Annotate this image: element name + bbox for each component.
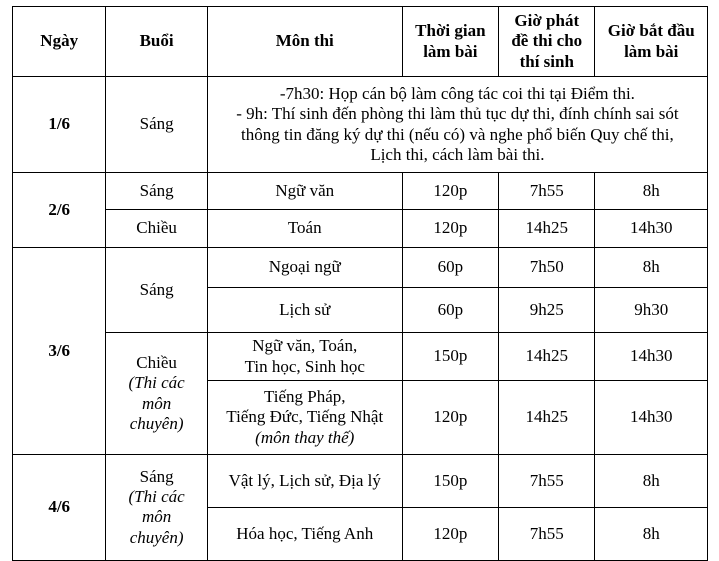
duration-cell-3-6-morning-1: 60p [401,247,500,289]
session-note-4-6-line2: môn [141,507,172,527]
note-line-3: thông tin đăng ký dự thi (nếu có) và ngh… [241,124,674,144]
note-line-4: Lịch thi, cách làm bài thi. [370,145,545,165]
document-page: Ngày Buổi Môn thi Thời gian làm bài Giờ … [0,0,719,561]
start-time-cell-3-6-morning-1: 8h [594,247,708,289]
subject-cell-3-6-afternoon-2: Tiếng Pháp, Tiếng Đức, Tiếng Nhật (môn t… [206,379,403,455]
subject-cell-4-6-morning-1: Vật lý, Lịch sử, Địa lý [206,453,403,508]
note-line-1: -7h30: Họp cán bộ làm công tác coi thi t… [279,83,635,103]
date-cell-1-6: 1/6 [11,76,107,174]
paper-handout-cell-3-6-afternoon-1: 14h25 [498,332,596,381]
column-header-start-time: Giờ bắt đầu làm bài [594,5,708,78]
duration-cell-3-6-afternoon-2: 120p [401,379,500,455]
table-row: 2/6 Sáng Ngữ văn 120p 7h55 8h [11,172,708,249]
table-header-row: Ngày Buổi Môn thi Thời gian làm bài Giờ … [11,5,708,78]
session-note-4-6-line1: (Thi các [128,487,185,507]
table-row: 3/6 Sáng Ngoại ngữ 60p 7h50 8h [11,247,708,455]
exam-schedule-table: Ngày Buổi Môn thi Thời gian làm bài Giờ … [11,5,709,561]
subject-cell-3-6-morning-2: Lịch sử [206,287,403,334]
session-cell-3-6-morning: Sáng [105,247,208,334]
start-time-cell-3-6-afternoon-1: 14h30 [594,332,708,381]
column-header-paper-handout-line3: thí sinh [519,51,574,71]
session-label-4-6-morning: Sáng [139,466,174,486]
duration-cell-4-6-morning-1: 150p [401,453,500,508]
table-row: Chiều Toán 120p 14h25 14h30 [13,209,708,249]
start-time-cell-4-6-morning-2: 8h [594,506,708,561]
subject-3-6-afternoon-1-line2: Tin học, Sinh học [244,356,365,376]
duration-cell-2-6-morning: 120p [401,172,500,211]
table-row: 1/6 Sáng -7h30: Họp cán bộ làm công tác … [11,76,709,174]
table-row: 4/6 Sáng (Thi các môn chuyên) Vật lý, Lị… [11,453,708,561]
subject-cell-3-6-afternoon-1: Ngữ văn, Toán, Tin học, Sinh học [206,332,403,381]
session-cell-4-6-morning: Sáng (Thi các môn chuyên) [105,453,208,561]
column-header-paper-handout-line1: Giờ phát [514,11,580,30]
column-header-date: Ngày [11,5,107,78]
column-header-duration: Thời gian làm bài [401,5,500,78]
session-note-3-6-line2: môn [141,393,172,413]
paper-handout-cell-3-6-morning-1: 7h50 [498,247,596,289]
date-cell-4-6: 4/6 [11,453,107,561]
paper-handout-cell-3-6-afternoon-2: 14h25 [498,379,596,455]
duration-cell-3-6-afternoon-1: 150p [401,332,500,381]
subject-3-6-afternoon-2-line1: Tiếng Pháp, [263,386,346,406]
duration-cell-4-6-morning-2: 120p [401,506,500,561]
subject-cell-4-6-morning-2: Hóa học, Tiếng Anh [206,506,403,561]
paper-handout-cell-4-6-morning-1: 7h55 [498,453,596,508]
column-header-start-line2: làm bài [624,41,679,61]
paper-handout-cell-3-6-morning-2: 9h25 [498,287,596,334]
date-cell-2-6: 2/6 [11,172,107,249]
session-note-3-6-line1: (Thi các [128,373,185,393]
column-header-paper-handout-time: Giờ phát đề thi cho thí sinh [498,5,596,78]
session-note-3-6-line3: chuyên) [129,413,184,433]
column-header-start-line1: Giờ bắt đầu [607,21,695,41]
column-header-session: Buổi [105,5,208,78]
subject-3-6-afternoon-2-alt: (môn thay thế) [255,427,355,447]
session-cell-2-6-morning: Sáng [105,172,208,211]
column-header-subject: Môn thi [206,5,403,78]
session-cell-1-6-morning: Sáng [105,76,208,174]
start-time-cell-3-6-afternoon-2: 14h30 [594,379,708,455]
duration-cell-3-6-morning-2: 60p [401,287,500,334]
note-line-2: - 9h: Thí sinh đến phòng thi làm thủ tục… [236,104,679,124]
subject-cell-2-6-morning: Ngữ văn [206,172,403,211]
subject-3-6-afternoon-2-line2: Tiếng Đức, Tiếng Nhật [226,407,384,427]
duration-cell-2-6-afternoon: 120p [401,209,500,249]
paper-handout-cell-2-6-morning: 7h55 [498,172,596,211]
date-cell-3-6: 3/6 [11,247,107,455]
start-time-cell-3-6-morning-2: 9h30 [594,287,708,334]
session-note-4-6-line3: chuyên) [129,527,184,547]
start-time-cell-4-6-morning-1: 8h [594,453,708,508]
session-cell-3-6-afternoon: Chiều (Thi các môn chuyên) [105,332,208,455]
start-time-cell-2-6-morning: 8h [594,172,708,211]
paper-handout-cell-4-6-morning-2: 7h55 [498,506,596,561]
paper-handout-cell-2-6-afternoon: 14h25 [498,209,596,249]
column-header-duration-line2: làm bài [423,41,478,61]
subject-3-6-afternoon-1-line1: Ngữ văn, Toán, [252,336,358,356]
start-time-cell-2-6-afternoon: 14h30 [594,209,708,249]
session-cell-2-6-afternoon: Chiều [105,209,208,249]
subject-cell-2-6-afternoon: Toán [206,209,403,249]
subject-cell-3-6-morning-1: Ngoại ngữ [206,247,403,289]
table-row: Chiều (Thi các môn chuyên) Ngữ văn, Toán… [13,332,708,455]
column-header-duration-line1: Thời gian [415,21,486,41]
note-cell-1-6: -7h30: Họp cán bộ làm công tác coi thi t… [206,76,709,174]
column-header-paper-handout-line2: đề thi cho [511,31,583,51]
session-label-3-6-afternoon: Chiều [136,352,177,372]
